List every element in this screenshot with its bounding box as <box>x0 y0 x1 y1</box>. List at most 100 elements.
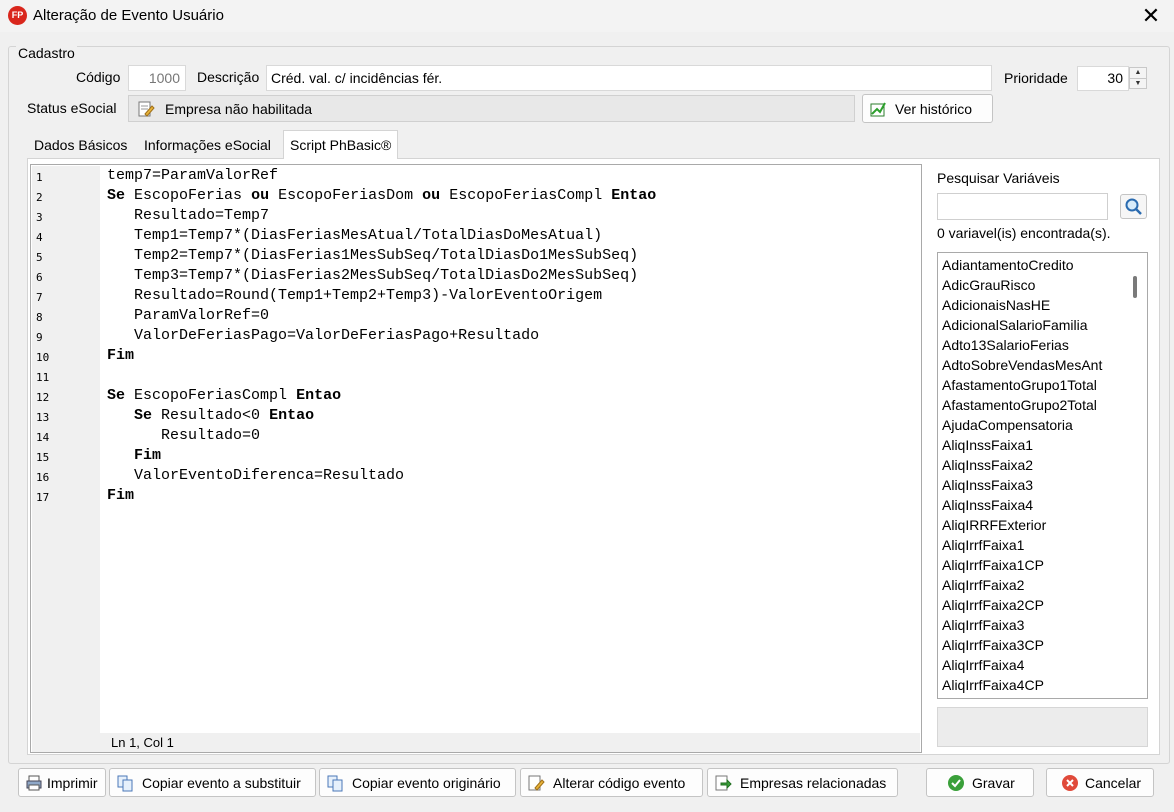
variable-list-item[interactable]: AjudaCompensatoria <box>942 417 1073 433</box>
line-number: 15 <box>36 451 50 464</box>
line-number: 8 <box>36 311 43 324</box>
edit-document-icon <box>528 775 545 791</box>
code-line: Fim <box>107 487 135 504</box>
imprimir-label: Imprimir <box>47 774 98 791</box>
variable-list-item[interactable]: AdicionalSalarioFamilia <box>942 317 1088 333</box>
variables-scrollbar[interactable] <box>1133 276 1137 298</box>
variable-list-item[interactable]: AfastamentoGrupo2Total <box>942 397 1097 413</box>
line-number: 16 <box>36 471 50 484</box>
copiar-evento-substituir-label: Copiar evento a substituir <box>142 774 301 791</box>
ver-historico-button[interactable]: Ver histórico <box>862 94 993 123</box>
variable-list-item[interactable]: AliqInssFaixa3 <box>942 477 1033 493</box>
line-number: 5 <box>36 251 43 264</box>
app-logo-icon: FP <box>8 6 27 25</box>
variable-list-item[interactable]: AliqInssFaixa2 <box>942 457 1033 473</box>
empresas-relacionadas-label: Empresas relacionadas <box>740 774 887 791</box>
line-number: 1 <box>36 171 43 184</box>
tab-informacoes-esocial[interactable]: Informações eSocial <box>138 133 277 158</box>
cancel-icon <box>1062 774 1078 791</box>
line-number: 13 <box>36 411 50 424</box>
code-line: ValorEventoDiferenca=Resultado <box>134 467 405 484</box>
printer-icon <box>26 775 42 790</box>
prioridade-label: Prioridade <box>1004 70 1068 86</box>
title-bar: FP Alteração de Evento Usuário ✕ <box>0 0 1174 32</box>
cadastro-group-title: Cadastro <box>16 45 77 61</box>
variable-list-item[interactable]: Adto13SalarioFerias <box>942 337 1069 353</box>
variable-list-item[interactable]: AliqIrrfFaixa3 <box>942 617 1024 633</box>
line-number: 2 <box>36 191 43 204</box>
code-line: Se EscopoFerias ou EscopoFeriasDom ou Es… <box>107 187 657 204</box>
code-line: Temp2=Temp7*(DiasFerias1MesSubSeq/TotalD… <box>134 247 639 264</box>
line-number: 12 <box>36 391 50 404</box>
copiar-evento-substituir-button[interactable]: Copiar evento a substituir <box>109 768 316 797</box>
variable-list-item[interactable]: AliqIrrfFaixa4 <box>942 657 1024 673</box>
copy-icon <box>327 775 343 791</box>
status-esocial-field: Empresa não habilitada <box>128 95 855 122</box>
line-number-gutter: 1 2 3 4 5 6 7 8 9 10 11 12 13 14 15 16 17 <box>32 166 100 752</box>
code-line: Temp1=Temp7*(DiasFeriasMesAtual/TotalDia… <box>134 227 603 244</box>
close-button[interactable]: ✕ <box>1128 0 1174 32</box>
line-number: 3 <box>36 211 43 224</box>
cursor-position: Ln 1, Col 1 <box>111 735 174 750</box>
edit-document-icon <box>138 101 155 117</box>
variables-list[interactable]: AdiantamentoCredito AdicGrauRisco Adiciona… <box>937 252 1148 699</box>
cancelar-label: Cancelar <box>1085 774 1142 791</box>
cancelar-button[interactable]: Cancelar <box>1046 768 1154 797</box>
variable-list-item[interactable]: AliqIrrfFaixa2 <box>942 577 1024 593</box>
ver-historico-label: Ver histórico <box>895 100 973 117</box>
check-icon <box>948 774 964 791</box>
alterar-codigo-evento-button[interactable]: Alterar código evento <box>520 768 703 797</box>
export-document-icon <box>715 775 732 790</box>
variable-list-item[interactable]: AdtoSobreVendasMesAnt <box>942 357 1102 373</box>
window-title: Alteração de Evento Usuário <box>33 7 224 24</box>
codigo-label: Código <box>76 69 121 85</box>
search-icon <box>1125 198 1142 215</box>
variable-list-item[interactable]: AliqIrrfFaixa1 <box>942 537 1024 553</box>
variable-search-input[interactable] <box>937 193 1108 220</box>
variable-list-item[interactable]: AliqIrrfFaixa1CP <box>942 557 1044 573</box>
variable-search-button[interactable] <box>1120 194 1147 219</box>
variable-list-item[interactable]: AliqIRRFExterior <box>942 517 1046 533</box>
prioridade-field[interactable]: 30 <box>1077 66 1129 91</box>
tab-dados-basicos[interactable]: Dados Básicos <box>28 133 133 158</box>
codigo-field[interactable]: 1000 <box>128 65 186 91</box>
spin-down-icon[interactable]: ▼ <box>1130 79 1146 89</box>
gravar-button[interactable]: Gravar <box>926 768 1034 797</box>
history-icon <box>870 102 886 116</box>
variable-list-item[interactable]: AliqIrrfFaixa2CP <box>942 597 1044 613</box>
variable-list-item[interactable]: AliqIrrfFaixa3CP <box>942 637 1044 653</box>
variable-list-item[interactable]: AliqInssFaixa1 <box>942 437 1033 453</box>
imprimir-button[interactable]: Imprimir <box>18 768 106 797</box>
editor-status-bar: Ln 1, Col 1 <box>100 733 920 752</box>
descricao-field[interactable]: Créd. val. c/ incidências fér. <box>266 65 992 91</box>
code-line: Resultado=0 <box>161 427 261 444</box>
code-line: Se Resultado<0 Entao <box>134 407 315 424</box>
code-line: temp7=ParamValorRef <box>107 167 279 184</box>
tab-script-phbasic[interactable]: Script PhBasic® <box>283 130 399 159</box>
code-line: ValorDeFeriasPago=ValorDeFeriasPago+Resu… <box>134 327 540 344</box>
empresas-relacionadas-button[interactable]: Empresas relacionadas <box>707 768 898 797</box>
spin-up-icon[interactable]: ▲ <box>1130 68 1146 79</box>
status-esocial-text: Empresa não habilitada <box>165 101 313 117</box>
prioridade-spinner[interactable]: ▲ ▼ <box>1129 67 1147 89</box>
line-number: 17 <box>36 491 50 504</box>
variables-count: 0 variavel(is) encontrada(s). <box>937 225 1111 241</box>
variable-list-item[interactable]: AfastamentoGrupo1Total <box>942 377 1097 393</box>
code-line: Fim <box>134 447 162 464</box>
code-line: Resultado=Temp7 <box>134 207 270 224</box>
variable-list-item[interactable]: AdiantamentoCredito <box>942 257 1074 273</box>
code-line: Temp3=Temp7*(DiasFerias2MesSubSeq/TotalD… <box>134 267 639 284</box>
line-number: 14 <box>36 431 50 444</box>
status-esocial-label: Status eSocial <box>27 100 117 116</box>
variable-list-item[interactable]: AdicGrauRisco <box>942 277 1035 293</box>
line-number: 6 <box>36 271 43 284</box>
variable-list-item[interactable]: AliqInssFaixa4 <box>942 497 1033 513</box>
variables-title: Pesquisar Variáveis <box>937 170 1060 186</box>
copiar-evento-originario-button[interactable]: Copiar evento originário <box>319 768 516 797</box>
variable-list-item[interactable]: AdicionaisNasHE <box>942 297 1050 313</box>
copy-icon <box>117 775 133 791</box>
line-number: 4 <box>36 231 43 244</box>
code-line: Fim <box>107 347 135 364</box>
variable-list-item[interactable]: AliqIrrfFaixa4CP <box>942 677 1044 693</box>
line-number: 11 <box>36 371 50 384</box>
